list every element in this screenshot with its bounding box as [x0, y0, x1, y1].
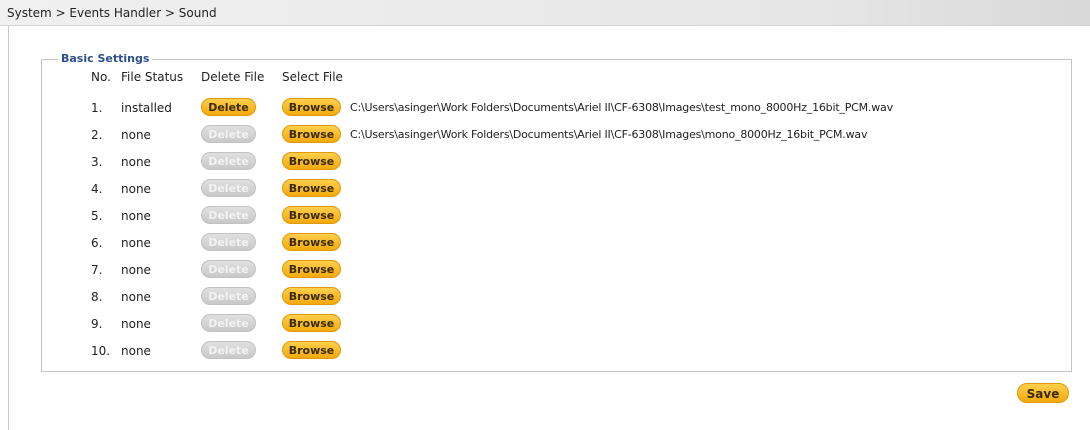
- table-row: 7. none Delete Browse: [0, 258, 1090, 285]
- browse-button[interactable]: Browse: [282, 98, 341, 116]
- table-row: 2. none Delete Browse C:\Users\asinger\W…: [0, 123, 1090, 150]
- column-header-file-status: File Status: [121, 70, 184, 84]
- column-header-select-file: Select File: [282, 70, 343, 84]
- delete-button[interactable]: Delete: [201, 179, 256, 197]
- browse-button[interactable]: Browse: [282, 287, 341, 305]
- table-row: 3. none Delete Browse: [0, 150, 1090, 177]
- breadcrumb-bar: System > Events Handler > Sound: [0, 0, 1090, 26]
- row-number: 2.: [91, 128, 103, 142]
- browse-button[interactable]: Browse: [282, 233, 341, 251]
- row-number: 3.: [91, 155, 103, 169]
- table-row: 1. installed Delete Browse C:\Users\asin…: [0, 96, 1090, 123]
- delete-button[interactable]: Delete: [201, 98, 256, 116]
- delete-button[interactable]: Delete: [201, 260, 256, 278]
- file-status: none: [121, 155, 151, 169]
- column-header-delete-file: Delete File: [201, 70, 265, 84]
- delete-button[interactable]: Delete: [201, 206, 256, 224]
- row-number: 9.: [91, 317, 103, 331]
- table-row: 5. none Delete Browse: [0, 204, 1090, 231]
- table-row: 10. none Delete Browse: [0, 339, 1090, 366]
- column-header-no: No.: [91, 70, 111, 84]
- file-path: C:\Users\asinger\Work Folders\Documents\…: [350, 101, 893, 114]
- save-button[interactable]: Save: [1017, 383, 1069, 403]
- browse-button[interactable]: Browse: [282, 125, 341, 143]
- file-status: none: [121, 317, 151, 331]
- browse-button[interactable]: Browse: [282, 206, 341, 224]
- row-number: 4.: [91, 182, 103, 196]
- file-status: none: [121, 263, 151, 277]
- browse-button[interactable]: Browse: [282, 152, 341, 170]
- file-status: none: [121, 128, 151, 142]
- file-path: C:\Users\asinger\Work Folders\Documents\…: [350, 128, 868, 141]
- delete-button[interactable]: Delete: [201, 125, 256, 143]
- row-number: 1.: [91, 101, 103, 115]
- table-row: 4. none Delete Browse: [0, 177, 1090, 204]
- table-row: 6. none Delete Browse: [0, 231, 1090, 258]
- delete-button[interactable]: Delete: [201, 287, 256, 305]
- table-row: 8. none Delete Browse: [0, 285, 1090, 312]
- file-status: none: [121, 236, 151, 250]
- file-status: installed: [121, 101, 172, 115]
- delete-button[interactable]: Delete: [201, 233, 256, 251]
- row-number: 10.: [91, 344, 111, 358]
- row-number: 5.: [91, 209, 103, 223]
- browse-button[interactable]: Browse: [282, 341, 341, 359]
- file-status: none: [121, 209, 151, 223]
- table-row: 9. none Delete Browse: [0, 312, 1090, 339]
- row-number: 7.: [91, 263, 103, 277]
- file-status: none: [121, 344, 151, 358]
- row-number: 6.: [91, 236, 103, 250]
- delete-button[interactable]: Delete: [201, 314, 256, 332]
- group-title: Basic Settings: [58, 52, 153, 65]
- row-number: 8.: [91, 290, 103, 304]
- file-status: none: [121, 290, 151, 304]
- browse-button[interactable]: Browse: [282, 179, 341, 197]
- browse-button[interactable]: Browse: [282, 260, 341, 278]
- delete-button[interactable]: Delete: [201, 341, 256, 359]
- browse-button[interactable]: Browse: [282, 314, 341, 332]
- file-status: none: [121, 182, 151, 196]
- delete-button[interactable]: Delete: [201, 152, 256, 170]
- breadcrumb: System > Events Handler > Sound: [7, 6, 217, 20]
